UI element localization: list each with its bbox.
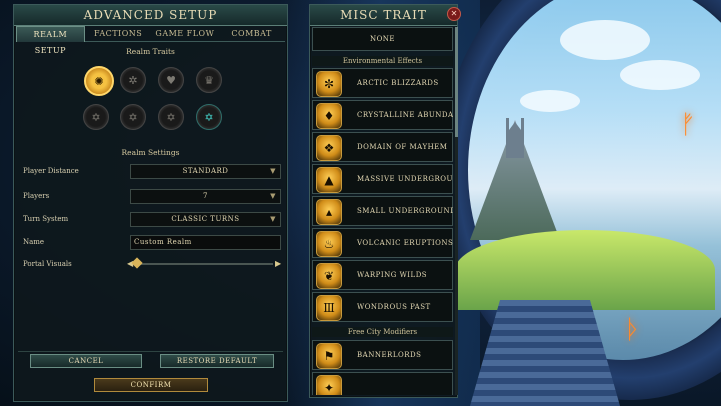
- chevron-down-icon: ▼: [270, 167, 276, 175]
- name-label: Name: [23, 238, 45, 246]
- name-row: Name Custom Realm: [23, 235, 281, 250]
- cloud: [520, 90, 580, 112]
- realm-traits-label: Realm Traits: [126, 47, 175, 56]
- player-distance-value: STANDARD: [182, 167, 229, 175]
- star-trait-icon[interactable]: ✡: [83, 104, 109, 130]
- list-item[interactable]: Ⅲ WONDROUS PAST: [312, 292, 453, 322]
- players-value: 7: [203, 192, 208, 200]
- item-label: ARCTIC BLIZZARDS: [357, 79, 439, 87]
- turn-system-value: CLASSIC TURNS: [171, 215, 240, 223]
- item-label: BANNERLORDS: [357, 351, 422, 359]
- trait-list[interactable]: NONE Environmental Effects ✼ ARCTIC BLIZ…: [312, 27, 453, 395]
- volcano-icon: ♨: [316, 231, 342, 257]
- list-item[interactable]: ✦: [312, 372, 453, 395]
- restore-default-button[interactable]: RESTORE DEFAULT: [160, 354, 274, 368]
- cloud: [620, 60, 700, 90]
- list-item[interactable]: ⚑ BANNERLORDS: [312, 340, 453, 370]
- panel-title: MISC TRAIT: [310, 5, 457, 26]
- players-dropdown[interactable]: 7 ▼: [130, 189, 281, 204]
- realm-settings-label: Realm Settings: [121, 148, 180, 157]
- scrollbar[interactable]: [455, 27, 458, 395]
- trait-option-none[interactable]: NONE: [312, 27, 453, 51]
- list-item[interactable]: ❖ DOMAIN OF MAYHEM: [312, 132, 453, 162]
- chevron-right-icon[interactable]: ▶: [275, 257, 281, 271]
- temple-icon: Ⅲ: [316, 295, 342, 321]
- chevron-down-icon: ▼: [270, 192, 276, 200]
- item-label: WONDROUS PAST: [357, 303, 431, 311]
- cancel-button[interactable]: CANCEL: [30, 354, 142, 368]
- rune-glyph-icon: ᚠ: [680, 110, 696, 140]
- item-label: DOMAIN OF MAYHEM: [357, 143, 448, 151]
- crystal-icon: ♦: [316, 103, 342, 129]
- item-label: SMALL UNDERGROUND: [357, 207, 453, 215]
- realm-name-input[interactable]: Custom Realm: [130, 235, 281, 250]
- portal-visuals-label: Portal Visuals: [23, 260, 72, 268]
- wilds-icon: ❦: [316, 263, 342, 289]
- banner-icon: ⚑: [316, 343, 342, 369]
- crown-trait-icon[interactable]: ♛: [196, 67, 222, 93]
- sun-trait-icon[interactable]: ✺: [84, 66, 114, 96]
- chevron-down-icon: ▼: [270, 215, 276, 223]
- star-trait-icon[interactable]: ✡: [158, 104, 184, 130]
- close-icon[interactable]: ✕: [447, 7, 461, 21]
- confirm-button[interactable]: CONFIRM: [94, 378, 208, 392]
- list-item[interactable]: ♨ VOLCANIC ERUPTIONS: [312, 228, 453, 258]
- chaos-icon: ❖: [316, 135, 342, 161]
- group-header: Free City Modifiers: [312, 327, 453, 337]
- divider: [18, 351, 283, 352]
- player-distance-dropdown[interactable]: STANDARD ▼: [130, 164, 281, 179]
- star-trait-icon[interactable]: ✡: [196, 104, 222, 130]
- turn-system-row: Turn System CLASSIC TURNS ▼: [23, 212, 281, 227]
- star-trait-icon[interactable]: ✡: [120, 104, 146, 130]
- players-label: Players: [23, 192, 50, 200]
- misc-trait-panel: MISC TRAIT ✕ NONE Environmental Effects …: [309, 4, 461, 398]
- advanced-setup-panel: ADVANCED SETUP REALM SETUP FACTIONS GAME…: [13, 4, 288, 402]
- blizzard-icon: ✼: [316, 71, 342, 97]
- group-header: Environmental Effects: [312, 56, 453, 66]
- scroll-thumb[interactable]: [455, 27, 458, 137]
- heart-trait-icon[interactable]: ♥: [158, 67, 184, 93]
- item-label: MASSIVE UNDERGROUND: [357, 175, 453, 183]
- player-distance-label: Player Distance: [23, 167, 79, 175]
- rune-glyph-icon: ᚦ: [625, 315, 641, 345]
- portal-visuals-row: Portal Visuals ◀ ▶: [23, 257, 281, 271]
- tab-combat[interactable]: COMBAT: [218, 26, 285, 42]
- cave-icon: ▲: [316, 167, 342, 193]
- trait-icon: ✦: [316, 375, 342, 395]
- tab-game-flow[interactable]: GAME FLOW: [151, 26, 219, 42]
- spider-trait-icon[interactable]: ✲: [120, 67, 146, 93]
- list-item[interactable]: ❦ WARPING WILDS: [312, 260, 453, 290]
- cave-icon: ▴: [316, 199, 342, 225]
- item-label: CRYSTALLINE ABUNDANCE: [357, 111, 453, 119]
- list-item[interactable]: ♦ CRYSTALLINE ABUNDANCE: [312, 100, 453, 130]
- item-label: VOLCANIC ERUPTIONS: [357, 239, 453, 247]
- cloud: [560, 20, 650, 60]
- turn-system-dropdown[interactable]: CLASSIC TURNS ▼: [130, 212, 281, 227]
- meadow: [455, 230, 715, 310]
- list-item[interactable]: ▴ SMALL UNDERGROUND: [312, 196, 453, 226]
- turn-system-label: Turn System: [23, 215, 69, 223]
- players-row: Players 7 ▼: [23, 189, 281, 204]
- list-item[interactable]: ✼ ARCTIC BLIZZARDS: [312, 68, 453, 98]
- portal-visuals-slider[interactable]: [133, 263, 273, 265]
- player-distance-row: Player Distance STANDARD ▼: [23, 164, 281, 179]
- list-item[interactable]: ▲ MASSIVE UNDERGROUND: [312, 164, 453, 194]
- tab-bar: REALM SETUP FACTIONS GAME FLOW COMBAT: [16, 26, 285, 55]
- item-label: WARPING WILDS: [357, 271, 428, 279]
- panel-title: ADVANCED SETUP: [14, 5, 287, 26]
- tab-factions[interactable]: FACTIONS: [84, 26, 152, 42]
- tab-realm-setup[interactable]: REALM SETUP: [16, 26, 85, 55]
